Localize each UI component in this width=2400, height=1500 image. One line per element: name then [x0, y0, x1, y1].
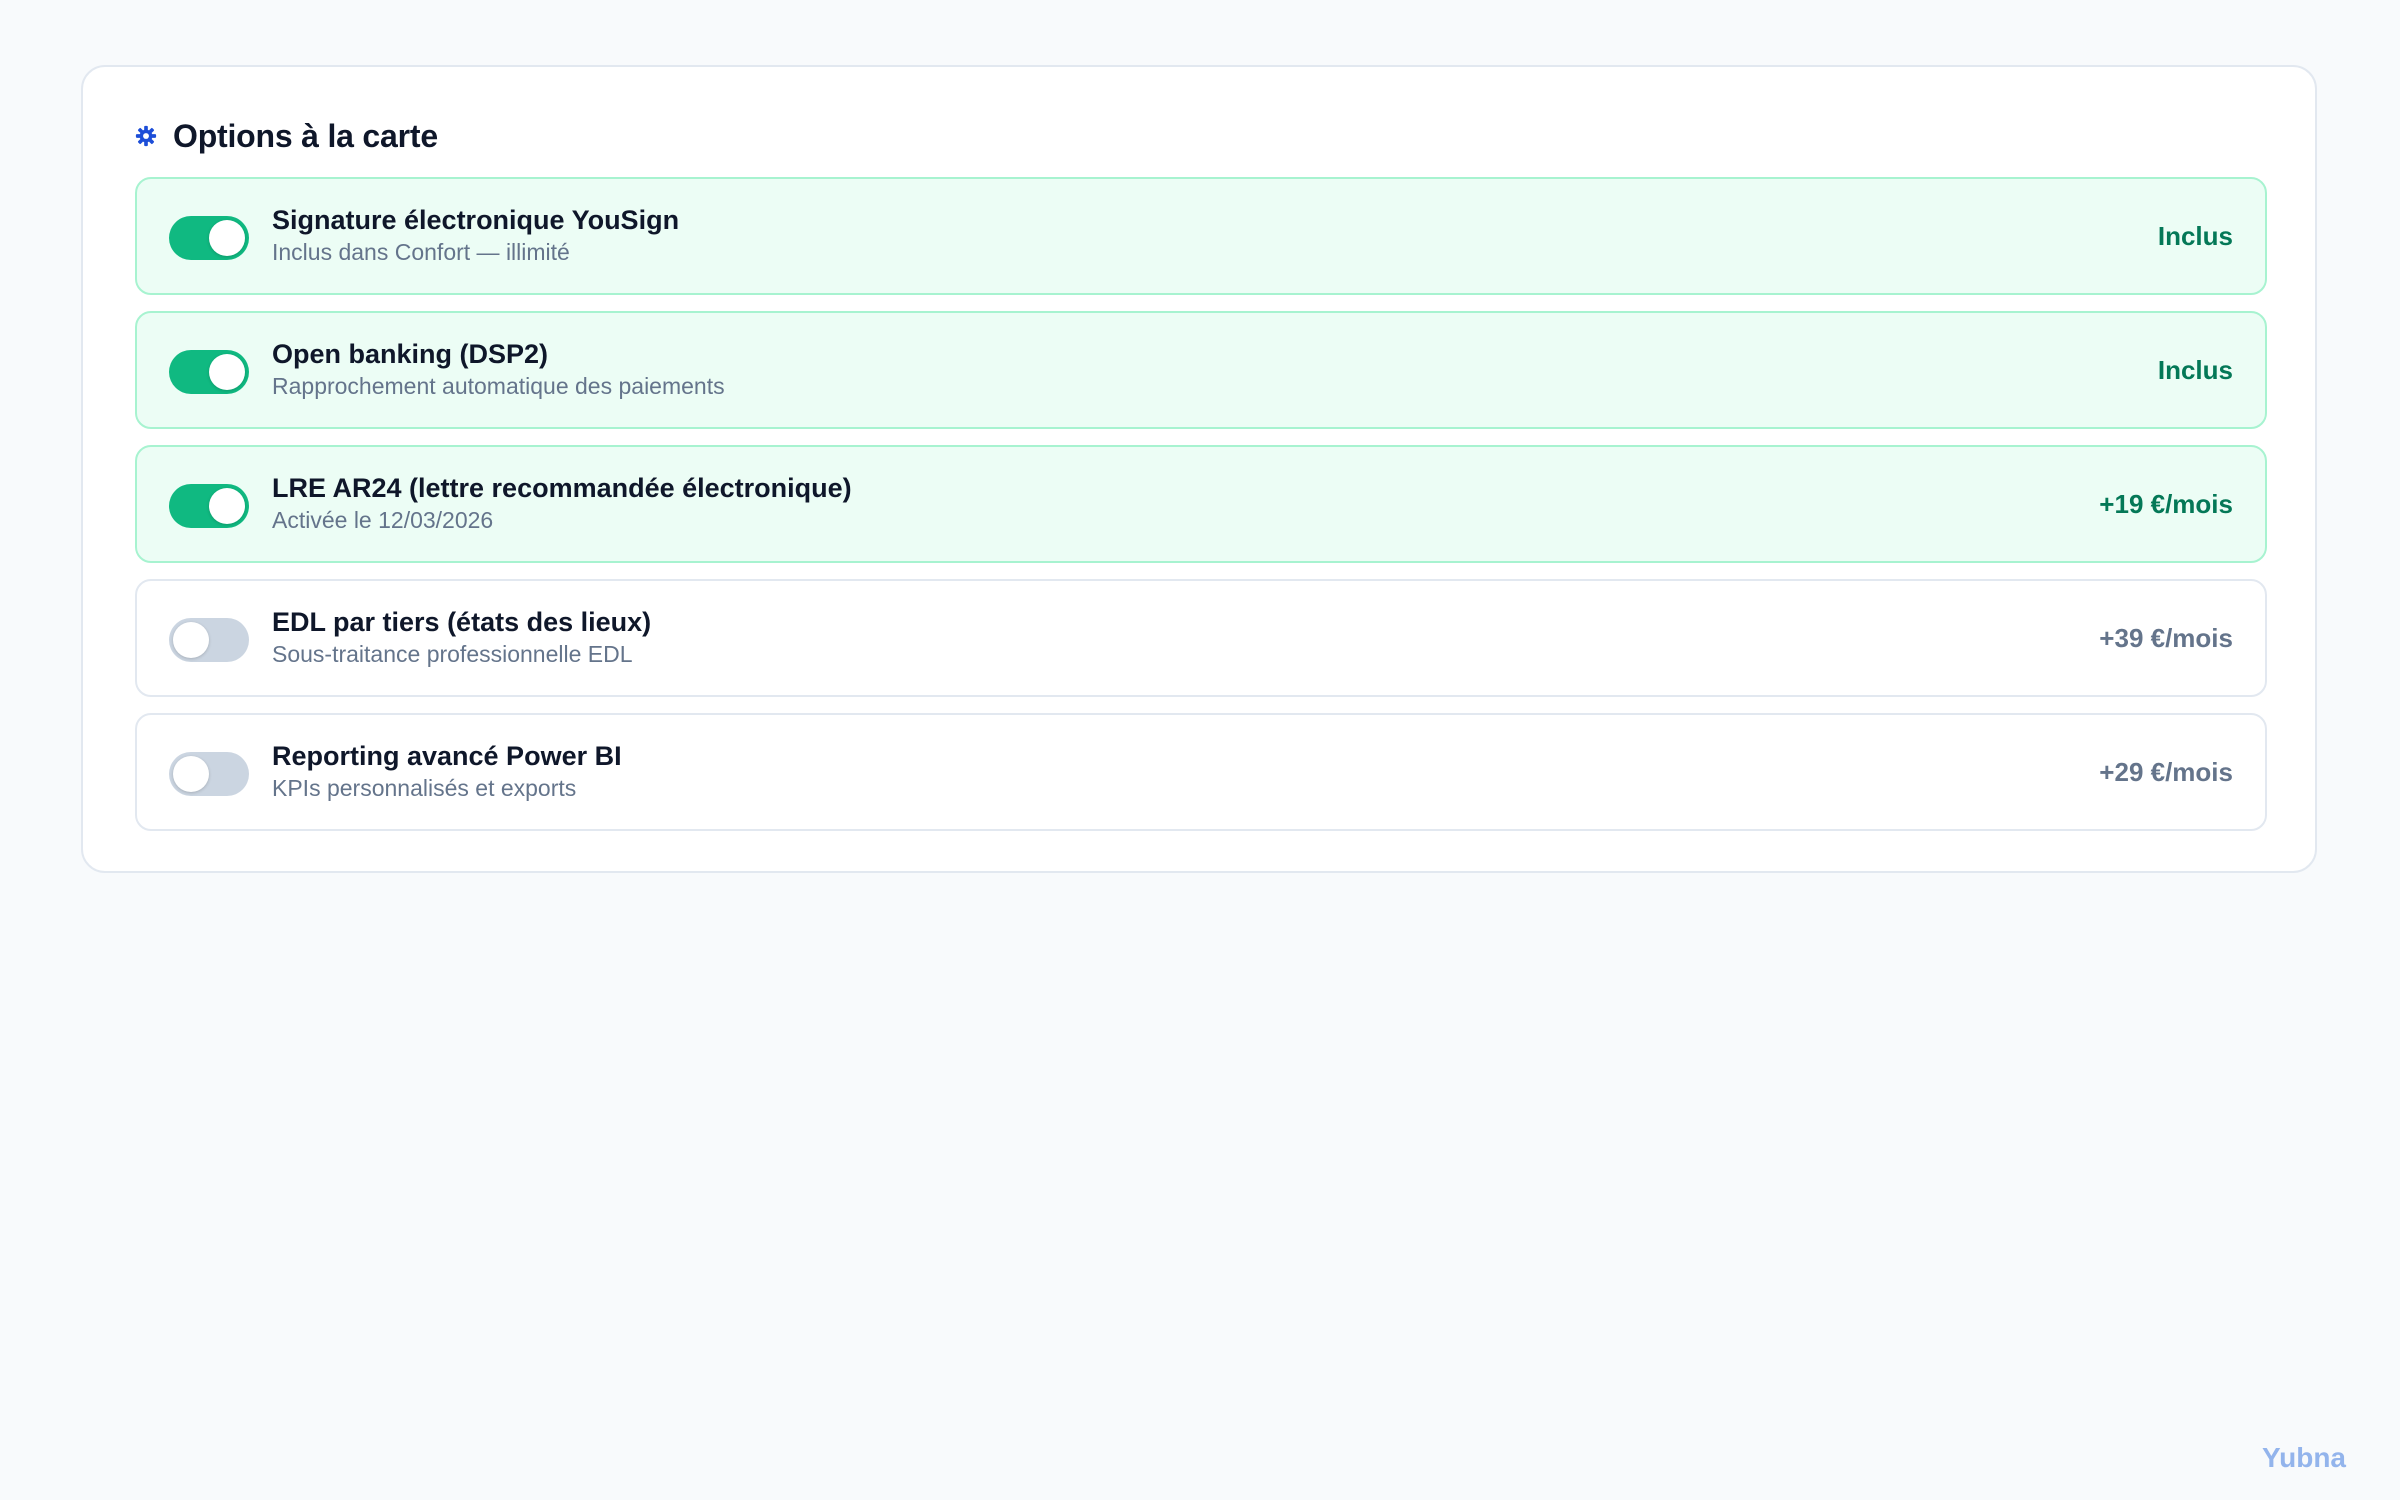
- option-power-bi: Reporting avancé Power BI KPIs personnal…: [135, 713, 2267, 831]
- option-lre-ar24: LRE AR24 (lettre recommandée électroniqu…: [135, 445, 2267, 563]
- option-title: Signature électronique YouSign: [272, 205, 680, 235]
- option-text: Reporting avancé Power BI KPIs personnal…: [272, 739, 622, 803]
- option-open-banking: Open banking (DSP2) Rapprochement automa…: [135, 311, 2267, 429]
- option-title: EDL par tiers (états des lieux): [272, 607, 652, 637]
- option-text: Open banking (DSP2) Rapprochement automa…: [272, 337, 725, 401]
- options-card: Options à la carte Signature électroniqu…: [81, 65, 2317, 873]
- lre-ar24-toggle[interactable]: [169, 484, 249, 528]
- toggle-knob: [209, 220, 245, 256]
- option-subtitle: KPIs personnalisés et exports: [272, 775, 577, 801]
- option-yousign: Signature électronique YouSign Inclus da…: [135, 177, 2267, 295]
- option-title: LRE AR24 (lettre recommandée électroniqu…: [272, 473, 852, 503]
- brand-logo: Yubna: [2261, 1442, 2346, 1473]
- option-subtitle: Inclus dans Confort — illimité: [272, 239, 570, 265]
- option-title: Open banking (DSP2): [272, 339, 549, 369]
- toggle-knob: [209, 488, 245, 524]
- toggle-knob: [173, 622, 209, 658]
- option-subtitle: Sous-traitance professionnelle EDL: [272, 641, 633, 667]
- option-subtitle: Rapprochement automatique des paiements: [272, 373, 725, 399]
- option-price: +29 €/mois: [2099, 756, 2233, 787]
- open-banking-toggle[interactable]: [169, 350, 249, 394]
- edl-tiers-toggle[interactable]: [169, 618, 249, 662]
- options-header: Options à la carte: [135, 111, 438, 161]
- option-subtitle: Activée le 12/03/2026: [272, 507, 494, 533]
- option-text: LRE AR24 (lettre recommandée électroniqu…: [272, 471, 852, 535]
- option-price: Inclus: [2157, 220, 2233, 251]
- gear-icon: [135, 125, 157, 147]
- option-text: Signature électronique YouSign Inclus da…: [272, 203, 679, 267]
- option-price: Inclus: [2157, 354, 2233, 385]
- option-price: +39 €/mois: [2099, 622, 2233, 653]
- option-text: EDL par tiers (états des lieux) Sous-tra…: [272, 605, 651, 669]
- toggle-knob: [173, 756, 209, 792]
- option-price: +19 €/mois: [2099, 488, 2233, 519]
- option-edl-tiers: EDL par tiers (états des lieux) Sous-tra…: [135, 579, 2267, 697]
- option-title: Reporting avancé Power BI: [272, 741, 622, 771]
- option-list: Signature électronique YouSign Inclus da…: [135, 177, 2267, 847]
- toggle-knob: [209, 354, 245, 390]
- power-bi-toggle[interactable]: [169, 752, 249, 796]
- section-title: Options à la carte: [173, 117, 438, 154]
- yousign-toggle[interactable]: [169, 216, 249, 260]
